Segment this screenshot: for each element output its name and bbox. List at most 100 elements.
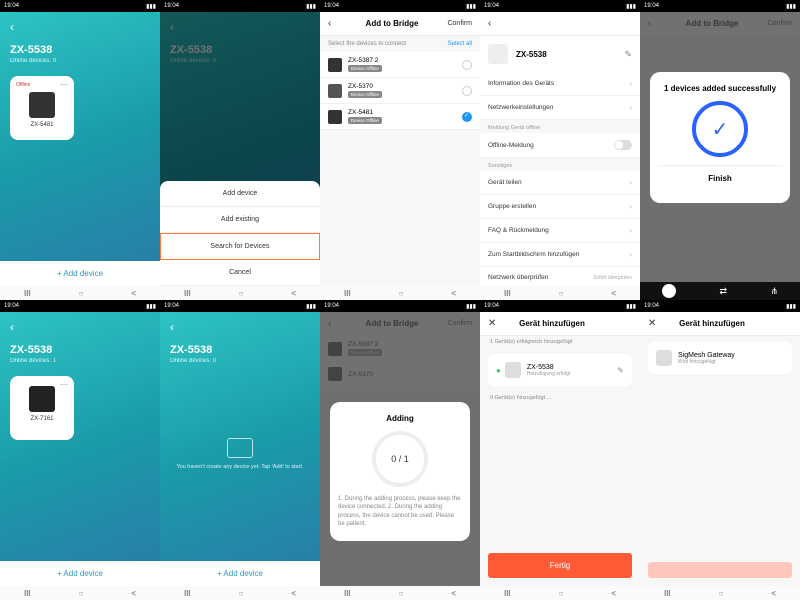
- header: ‹: [480, 12, 640, 36]
- success-message: 1 devices added successfully: [658, 84, 782, 93]
- screen-device-settings: 19:04▮▮▮ ‹ ZX-5538✎ Information des Gerä…: [480, 0, 640, 300]
- screen-home-empty: 19:04▮▮▮ ‹ ZX-5538 Online devices: 0 You…: [160, 300, 320, 600]
- device-row[interactable]: ZX-5370Device Offline: [320, 78, 480, 104]
- success-modal: 1 devices added successfully ✓ Finish: [650, 72, 790, 203]
- screen-adding-progress: 19:04▮▮▮ ‹Add to BridgeConfirm ZX-5387 2…: [320, 300, 480, 600]
- edit-icon[interactable]: ✎: [617, 366, 624, 375]
- android-nav: III○<: [0, 286, 160, 300]
- row-network-check[interactable]: Netzwerk überprüfenSofort überprüfen: [480, 267, 640, 286]
- screen-home-offline: 19:04▮▮▮ ‹ ZX-5538 Online devices: 0 Off…: [0, 0, 160, 300]
- select-all-button[interactable]: Select all: [448, 41, 472, 47]
- device-icon: [505, 362, 521, 378]
- screen-add-device-pending: 19:04▮▮▮ ✕Gerät hinzufügen SigMesh Gatew…: [640, 300, 800, 600]
- close-icon[interactable]: ✕: [648, 318, 662, 329]
- more-icon[interactable]: ⋯: [60, 380, 68, 389]
- back-icon[interactable]: ‹: [328, 18, 342, 29]
- android-nav: III○<: [480, 286, 640, 300]
- row-network-settings[interactable]: Netzwerkeinstellungen›: [480, 96, 640, 120]
- device-icon: [328, 110, 342, 124]
- screen-add-success: 19:04▮▮▮ ‹Add to BridgeConfirm 1 devices…: [640, 0, 800, 300]
- status-bar: 19:04▮▮▮: [320, 300, 480, 312]
- adding-title: Adding: [338, 414, 462, 423]
- add-device-button[interactable]: + Add device: [160, 561, 320, 586]
- check-icon: ✓: [712, 117, 729, 142]
- pending-device-card[interactable]: SigMesh GatewayWird hinzugefügt: [648, 342, 792, 374]
- edit-icon[interactable]: ✎: [624, 49, 632, 60]
- back-icon[interactable]: ‹: [10, 320, 150, 334]
- android-nav: III○<: [0, 586, 160, 600]
- progress-ring: 0 / 1: [372, 431, 428, 487]
- header: ‹ Add to Bridge Confirm: [320, 12, 480, 36]
- opt-search-devices[interactable]: Search for Devices: [160, 233, 320, 260]
- confirm-button[interactable]: Confirm: [442, 20, 472, 27]
- close-icon[interactable]: ✕: [488, 318, 502, 329]
- status-bar: 19:04▮▮▮: [480, 0, 640, 12]
- android-nav: III○<: [640, 586, 800, 600]
- row-group[interactable]: Gruppe erstellen›: [480, 195, 640, 219]
- done-button-disabled: [648, 562, 792, 578]
- more-icon[interactable]: ⋯: [60, 80, 68, 89]
- status-bar: 19:04▮▮▮: [320, 0, 480, 12]
- success-ring: ✓: [692, 101, 748, 157]
- row-offline-notify[interactable]: Offline-Meldung: [480, 133, 640, 158]
- android-nav: III○<: [320, 286, 480, 300]
- android-nav: III○<: [320, 586, 480, 600]
- opt-add-existing[interactable]: Add existing: [160, 207, 320, 233]
- device-thumb: [29, 92, 55, 118]
- android-nav: III○<: [160, 286, 320, 300]
- swap-icon[interactable]: ⇄: [719, 286, 727, 297]
- select-label: Select the devices to connect: [328, 41, 406, 47]
- adding-note: 1. During the adding process, please kee…: [338, 495, 462, 529]
- device-icon: [656, 350, 672, 366]
- device-icon: [328, 58, 342, 72]
- back-icon[interactable]: ‹: [10, 20, 150, 34]
- status-bar: 19:04▮▮▮: [160, 300, 320, 312]
- empty-text: You haven't create any device yet. Tap '…: [160, 464, 320, 471]
- back-icon[interactable]: ‹: [488, 18, 502, 29]
- checkbox[interactable]: [462, 86, 472, 96]
- done-button[interactable]: Fertig: [488, 553, 632, 578]
- checkbox-checked[interactable]: [462, 112, 472, 122]
- share-icon[interactable]: ⋔: [771, 286, 779, 297]
- device-icon: [328, 84, 342, 98]
- device-row[interactable]: ZX-5481Device Offline: [320, 104, 480, 130]
- checkbox[interactable]: [462, 60, 472, 70]
- share-bar: ⇄⋔: [640, 282, 800, 300]
- device-header[interactable]: ZX-5538✎: [480, 36, 640, 72]
- online-count: Online devices: 0: [10, 58, 150, 64]
- android-nav: III○<: [160, 586, 320, 600]
- screen-add-device-done: 19:04▮▮▮ ✕Gerät hinzufügen 1 Gerät(e) er…: [480, 300, 640, 600]
- screen-add-to-bridge: 19:04▮▮▮ ‹ Add to Bridge Confirm Select …: [320, 0, 480, 300]
- add-device-button[interactable]: + Add device: [0, 561, 160, 586]
- opt-cancel[interactable]: Cancel: [160, 260, 320, 286]
- empty-icon: [227, 438, 253, 458]
- added-device-card[interactable]: ● ZX-5538Hinzufügung erfolgt ✎: [488, 354, 632, 386]
- row-faq[interactable]: FAQ & Rückmeldung›: [480, 219, 640, 243]
- toggle-off[interactable]: [614, 140, 632, 150]
- device-card[interactable]: Offline ⋯ ZX-5481: [10, 76, 74, 140]
- finish-button[interactable]: Finish: [658, 165, 782, 191]
- row-device-info[interactable]: Information des Geräts›: [480, 72, 640, 96]
- status-bar: 19:04▮▮▮: [640, 300, 800, 312]
- device-card[interactable]: ⋯ ZX-7161: [10, 376, 74, 440]
- device-row[interactable]: ZX-5387 2Device Offline: [320, 52, 480, 78]
- success-icon: ●: [496, 366, 501, 375]
- status-bar: 19:04▮▮▮: [640, 0, 800, 12]
- status-bar: 19:04▮▮▮: [0, 300, 160, 312]
- back-icon[interactable]: ‹: [170, 320, 310, 334]
- adding-modal: Adding 0 / 1 1. During the adding proces…: [330, 402, 470, 541]
- action-sheet: Add device Add existing Search for Devic…: [160, 181, 320, 286]
- device-thumb: [29, 386, 55, 412]
- screen-home-connected: 19:04▮▮▮ ‹ ZX-5538 Online devices: 1 ⋯ Z…: [0, 300, 160, 600]
- page-title: ZX-5538: [10, 44, 150, 56]
- android-nav: III○<: [480, 586, 640, 600]
- row-add-home[interactable]: Zum Startbildschirm hinzufügen›: [480, 243, 640, 267]
- add-device-button[interactable]: + Add device: [0, 261, 160, 286]
- opt-add-device[interactable]: Add device: [160, 181, 320, 207]
- status-bar: 19:04▮▮▮: [480, 300, 640, 312]
- status-bar: 19:04▮▮▮: [160, 0, 320, 12]
- row-share[interactable]: Gerät teilen›: [480, 171, 640, 195]
- screen-action-sheet: 19:04▮▮▮ ‹ ZX-5538 Online devices: 0 Add…: [160, 0, 320, 300]
- circle-icon[interactable]: [662, 284, 676, 298]
- device-icon: [488, 44, 508, 64]
